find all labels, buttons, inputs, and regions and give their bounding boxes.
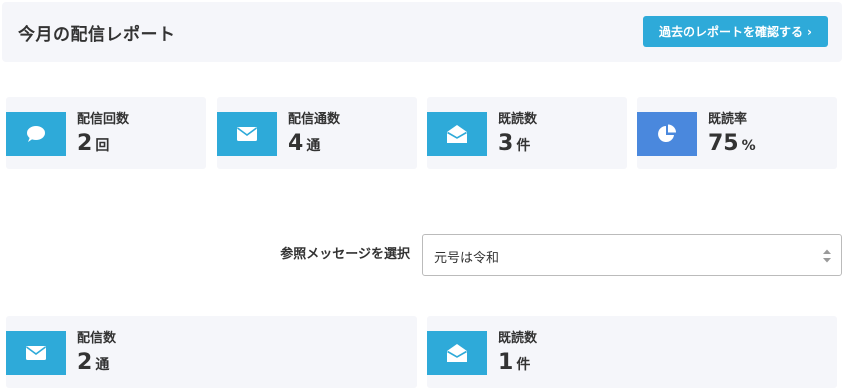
page-title: 今月の配信レポート [18, 25, 176, 45]
stat-unit: 件 [516, 138, 531, 154]
stat-label: 配信回数 [77, 112, 130, 127]
stat-value: 75 [708, 131, 739, 156]
stat-value: 4 [288, 131, 304, 156]
message-select-value: 元号は令和 [434, 251, 500, 266]
envelope-open-icon [427, 331, 487, 375]
stat-unit: 回 [95, 138, 110, 154]
message-stat-card-sent: 配信数 2通 [6, 316, 417, 388]
stat-card-send-count: 配信回数 2回 [6, 97, 206, 169]
stat-card-message-count: 配信通数 4通 [217, 97, 417, 169]
stat-label: 配信数 [77, 331, 117, 346]
stat-card-read-rate: 既読率 75% [637, 97, 837, 169]
stat-label: 配信通数 [288, 112, 341, 127]
stat-unit: 件 [516, 357, 531, 373]
stat-value: 1 [498, 350, 514, 375]
stat-unit: % [741, 138, 756, 154]
envelope-icon [217, 112, 277, 156]
message-select[interactable]: 元号は令和 [422, 234, 842, 276]
envelope-icon [6, 331, 66, 375]
select-arrows-icon [823, 249, 831, 263]
past-reports-button-label: 過去のレポートを確認する [659, 25, 804, 39]
stat-label: 既読数 [498, 331, 538, 346]
report-header: 今月の配信レポート 過去のレポートを確認する › [2, 2, 842, 62]
stat-value: 3 [498, 131, 514, 156]
stat-unit: 通 [95, 357, 110, 373]
stat-card-read-count: 既読数 3件 [427, 97, 627, 169]
chat-bubble-icon [6, 112, 66, 156]
stat-label: 既読数 [498, 112, 538, 127]
message-select-label: 参照メッセージを選択 [280, 247, 410, 262]
chevron-right-icon: › [807, 24, 812, 39]
stat-unit: 通 [306, 138, 321, 154]
pie-chart-icon [637, 112, 697, 156]
past-reports-button[interactable]: 過去のレポートを確認する › [643, 16, 828, 47]
stat-value: 2 [77, 350, 93, 375]
message-stat-card-read: 既読数 1件 [427, 316, 837, 388]
envelope-open-icon [427, 112, 487, 156]
stat-label: 既読率 [708, 112, 748, 127]
stat-value: 2 [77, 131, 93, 156]
